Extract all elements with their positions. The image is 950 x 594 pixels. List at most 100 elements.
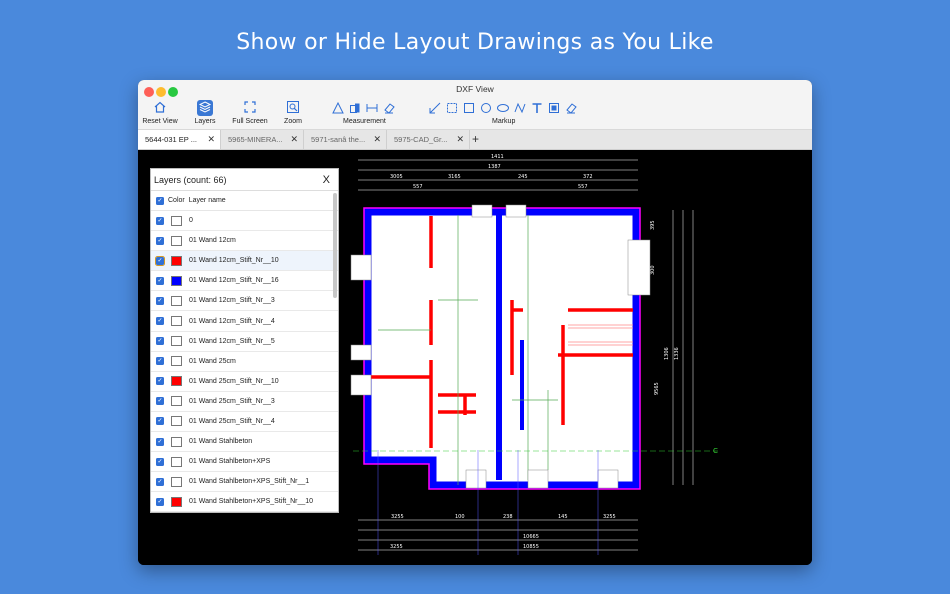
layer-row[interactable]: ✓ 01 Wand Stahlbeton+XPS_Stift_Nr__10 [151,492,338,512]
layer-row[interactable]: ✓ 01 Wand 25cm [151,352,338,372]
layer-name: 01 Wand 25cm_Stift_Nr__10 [189,377,279,385]
window-opening [350,344,372,361]
layer-color-swatch[interactable] [171,396,182,407]
reset-view-button[interactable]: Reset View [142,100,178,125]
layer-visibility-checkbox[interactable]: ✓ [156,377,164,386]
layer-row[interactable]: ✓ 01 Wand Stahlbeton+XPS_Stift_Nr__1 [151,472,338,493]
arrow-markup-icon[interactable] [428,101,442,115]
zoom-button[interactable]: Zoom [281,100,305,125]
layer-color-swatch[interactable] [171,356,182,367]
page-headline: Show or Hide Layout Drawings as You Like [236,30,714,55]
ellipse-markup-icon[interactable] [496,101,510,115]
dimension-label: 3165 [448,174,461,180]
layer-color-swatch[interactable] [171,336,182,347]
reset-view-label: Reset View [142,118,178,125]
area-measure-icon[interactable] [348,101,362,115]
drawing-canvas[interactable]: 1411 1387 3005 3165 245 372 557 557 3255… [138,150,812,565]
layer-row[interactable]: ✓ 01 Wand 25cm_Stift_Nr__3 [151,392,338,412]
layer-row[interactable]: ✓ 01 Wand Stahlbeton+XPS [151,452,338,473]
layer-visibility-checkbox[interactable]: ✓ [156,477,164,486]
window-opening [527,469,549,489]
dimension-label: 395 [650,220,656,230]
text-markup-icon[interactable] [530,101,544,115]
column-name-label: Layer name [188,197,226,204]
layer-color-swatch[interactable] [171,215,182,226]
select-all-checkbox[interactable]: ✓ [156,196,164,205]
layer-row[interactable]: ✓ 01 Wand 12cm_Stift_Nr__4 [151,311,338,332]
layer-visibility-checkbox[interactable]: ✓ [156,236,164,245]
layer-color-swatch[interactable] [171,275,182,286]
document-tab-bar: 5644-031 EP ... ✕ 5965-MINERA... ✕ 5971-sa… [138,130,812,150]
layer-visibility-checkbox[interactable]: ✓ [156,357,164,366]
layer-visibility-checkbox[interactable]: ✓ [155,255,165,266]
layer-visibility-checkbox[interactable]: ✓ [156,317,164,326]
layers-button[interactable]: Layers [191,100,219,125]
layer-visibility-checkbox[interactable]: ✓ [156,276,164,285]
layer-color-swatch[interactable] [171,456,182,467]
document-tab[interactable]: 5975-CAD_Gr... ✕ [387,130,470,149]
layer-row[interactable]: ✓ 01 Wand Stahlbeton [151,432,338,453]
close-tab-icon[interactable]: ✕ [290,130,298,149]
layer-color-swatch[interactable] [171,436,182,447]
angle-measure-icon[interactable] [331,101,345,115]
layer-visibility-checkbox[interactable]: ✓ [156,296,164,305]
window-opening [505,204,527,218]
dashed-rect-markup-icon[interactable] [445,101,459,115]
layers-panel-title: Layers (count: 66) [154,175,227,185]
expand-icon [244,101,256,113]
full-screen-button[interactable]: Full Screen [231,100,269,125]
erase-measure-icon[interactable] [382,101,396,115]
dimension-label: 557 [413,184,423,190]
close-tab-icon[interactable]: ✕ [456,130,464,149]
layer-visibility-checkbox[interactable]: ✓ [156,417,164,426]
layer-row[interactable]: ✓ 0 [151,211,338,232]
close-tab-icon[interactable]: ✕ [207,130,215,149]
layer-visibility-checkbox[interactable]: ✓ [156,497,164,506]
add-tab-button[interactable]: + [472,130,479,149]
layer-name: 01 Wand 12cm_Stift_Nr__3 [189,297,275,305]
polyline-markup-icon[interactable] [513,101,527,115]
document-tab[interactable]: 5644-031 EP ... ✕ [138,130,221,149]
eraser-markup-icon[interactable] [564,101,578,115]
circle-markup-icon[interactable] [479,101,493,115]
rect-markup-icon[interactable] [462,101,476,115]
layer-visibility-checkbox[interactable]: ✓ [156,337,164,346]
layer-color-swatch[interactable] [171,255,182,266]
layer-name: 01 Wand 12cm [189,237,236,245]
layer-row[interactable]: ✓ 01 Wand 25cm_Stift_Nr__4 [151,412,338,433]
document-tab[interactable]: 5965-MINERA... ✕ [221,130,304,149]
close-tab-icon[interactable]: ✕ [373,130,381,149]
layer-color-swatch[interactable] [171,235,182,246]
app-window: DXF View Reset View Layers Full Screen Z… [138,80,812,565]
close-icon[interactable]: X [323,169,330,191]
layer-color-swatch[interactable] [171,295,182,306]
layer-row[interactable]: ✓ 01 Wand 12cm_Stift_Nr__5 [151,332,338,352]
layer-visibility-checkbox[interactable]: ✓ [156,397,164,406]
layer-color-swatch[interactable] [171,416,182,427]
layer-visibility-checkbox[interactable]: ✓ [156,216,164,225]
distance-measure-icon[interactable] [365,101,379,115]
dimension-label: 3255 [390,544,403,550]
layer-visibility-checkbox[interactable]: ✓ [156,457,164,466]
dimension-label: 1306 [664,347,670,360]
layer-row[interactable]: ✓ 01 Wand 25cm_Stift_Nr__10 [151,372,338,392]
layer-color-swatch[interactable] [171,476,182,487]
column-color-label: Color [168,197,185,204]
dimension-label: 300 [650,265,656,275]
document-tab[interactable]: 5971-sanâ the... ✕ [304,130,387,149]
layer-visibility-checkbox[interactable]: ✓ [156,437,164,446]
layers-scrollbar[interactable] [333,193,337,298]
window-opening [350,374,372,396]
layer-name: 01 Wand 25cm_Stift_Nr__3 [189,397,275,405]
title-bar: DXF View Reset View Layers Full Screen Z… [138,80,812,130]
filled-rect-markup-icon[interactable] [547,101,561,115]
layer-name: 0 [189,217,193,225]
dimension-label: 145 [558,514,568,520]
layer-row[interactable]: ✓ 01 Wand 12cm_Stift_Nr__3 [151,291,338,312]
layer-color-swatch[interactable] [171,496,182,507]
layer-row[interactable]: ✓ 01 Wand 12cm_Stift_Nr__10 [151,251,338,272]
layer-row[interactable]: ✓ 01 Wand 12cm_Stift_Nr__16 [151,271,338,292]
layer-color-swatch[interactable] [171,316,182,327]
layer-row[interactable]: ✓ 01 Wand 12cm [151,231,338,252]
layer-color-swatch[interactable] [171,376,182,387]
